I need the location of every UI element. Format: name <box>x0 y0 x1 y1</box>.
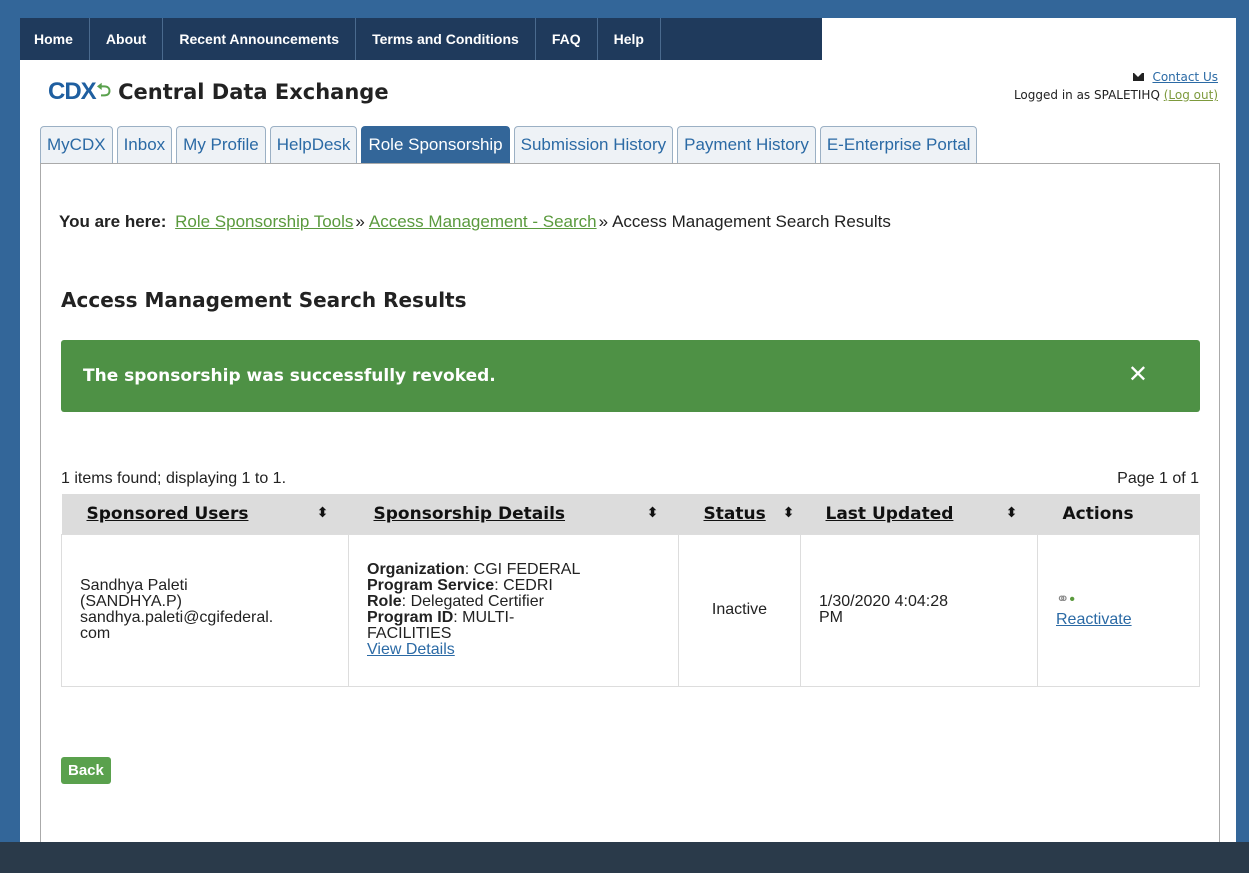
role-value: : Delegated Certifier <box>401 593 544 610</box>
page-title: Access Management Search Results <box>61 288 467 312</box>
column-header-label: Status <box>703 503 766 524</box>
breadcrumb-label: You are here: <box>59 212 167 231</box>
chain-link-icon: ⚭• <box>1056 591 1076 608</box>
column-status[interactable]: Status ⬍ <box>678 494 801 534</box>
tab-submission-history[interactable]: Submission History <box>513 126 674 163</box>
updated-time: PM <box>819 609 843 626</box>
breadcrumb: You are here: Role Sponsorship Tools» Acc… <box>59 212 891 232</box>
footer-bar <box>0 842 1249 873</box>
program-id-label: Program ID <box>367 609 454 626</box>
nav-help[interactable]: Help <box>598 18 661 60</box>
cell-last-updated: 1/30/2020 4:04:28 PM <box>800 533 1038 687</box>
program-id-value-cont: FACILITIES <box>367 625 452 642</box>
tab-e-enterprise-portal[interactable]: E-Enterprise Portal <box>819 126 978 163</box>
nav-about[interactable]: About <box>90 18 164 60</box>
table-row: Sandhya Paleti (SANDHYA.P) sandhya.palet… <box>61 533 1200 687</box>
main-tabs: MyCDX Inbox My Profile HelpDesk Role Spo… <box>40 126 978 163</box>
results-table: Sponsored Users ⬍ Sponsorship Details ⬍ … <box>61 494 1200 687</box>
close-icon[interactable]: ✕ <box>1128 360 1148 388</box>
breadcrumb-role-sponsorship-tools[interactable]: Role Sponsorship Tools <box>175 212 353 231</box>
brand: CDX ⮌ Central Data Exchange <box>48 76 389 108</box>
service-label: Program Service <box>367 577 495 594</box>
success-alert: The sponsorship was successfully revoked… <box>61 340 1200 412</box>
tab-helpdesk[interactable]: HelpDesk <box>269 126 358 163</box>
user-email: sandhya.paleti@cgifederal. <box>80 609 274 626</box>
cdx-logo[interactable]: CDX ⮌ <box>48 76 111 108</box>
cdx-arrow-icon: ⮌ <box>96 80 111 100</box>
org-label: Organization <box>367 561 465 578</box>
column-sponsored-users[interactable]: Sponsored Users ⬍ <box>61 494 349 534</box>
view-details-link[interactable]: View Details <box>367 641 455 658</box>
program-id-value: : MULTI- <box>453 609 515 626</box>
user-id: (SANDHYA.P) <box>80 593 182 610</box>
page-indicator: Page 1 of 1 <box>1117 470 1199 487</box>
nav-faq[interactable]: FAQ <box>536 18 598 60</box>
role-label: Role <box>367 593 402 610</box>
top-navigation: Home About Recent Announcements Terms an… <box>20 18 822 60</box>
sort-icon[interactable]: ⬍ <box>1006 505 1018 521</box>
content-panel: You are here: Role Sponsorship Tools» Acc… <box>40 163 1220 847</box>
nav-home[interactable]: Home <box>20 18 90 60</box>
contact-us-link[interactable]: Contact Us <box>1152 70 1218 84</box>
column-actions: Actions <box>1037 494 1200 534</box>
nav-recent-announcements[interactable]: Recent Announcements <box>163 18 357 60</box>
tab-my-profile[interactable]: My Profile <box>176 126 266 163</box>
column-last-updated[interactable]: Last Updated ⬍ <box>800 494 1038 534</box>
tab-payment-history[interactable]: Payment History <box>677 126 816 163</box>
page-wrapper: Home About Recent Announcements Terms an… <box>20 18 1236 860</box>
cell-sponsorship-details: Organization: CGI FEDERAL Program Servic… <box>348 533 679 687</box>
user-name: Sandhya Paleti <box>80 577 188 594</box>
cell-actions: ⚭• Reactivate <box>1037 533 1200 687</box>
logout-link[interactable]: (Log out) <box>1164 88 1218 102</box>
sort-icon[interactable]: ⬍ <box>783 505 795 521</box>
tab-inbox[interactable]: Inbox <box>116 126 173 163</box>
service-value: : CEDRI <box>494 577 553 594</box>
updated-date: 1/30/2020 4:04:28 <box>819 593 949 610</box>
nav-terms[interactable]: Terms and Conditions <box>356 18 536 60</box>
breadcrumb-separator: » <box>598 212 609 231</box>
column-header-label: Sponsorship Details <box>373 503 566 524</box>
user-email-cont: com <box>80 625 111 642</box>
site-title: Central Data Exchange <box>118 80 389 104</box>
sort-icon[interactable]: ⬍ <box>647 505 659 521</box>
logged-in-text: Logged in as SPALETIHQ <box>1013 88 1160 102</box>
back-button[interactable]: Back <box>61 757 111 784</box>
account-area: Contact Us Logged in as SPALETIHQ (Log o… <box>1014 68 1218 104</box>
tab-role-sponsorship[interactable]: Role Sponsorship <box>361 126 510 163</box>
column-header-label: Sponsored Users <box>86 503 249 524</box>
column-header-label: Actions <box>1062 503 1134 524</box>
cell-sponsored-user: Sandhya Paleti (SANDHYA.P) sandhya.palet… <box>61 533 349 687</box>
org-value: : CGI FEDERAL <box>464 561 581 578</box>
cdx-logo-text: CDX <box>48 78 97 105</box>
results-count: 1 items found; displaying 1 to 1. <box>61 470 287 487</box>
breadcrumb-current: Access Management Search Results <box>612 212 891 231</box>
alert-message: The sponsorship was successfully revoked… <box>83 366 496 386</box>
envelope-icon <box>1132 73 1144 81</box>
column-sponsorship-details[interactable]: Sponsorship Details ⬍ <box>348 494 679 534</box>
reactivate-link[interactable]: Reactivate <box>1056 611 1132 628</box>
sort-icon[interactable]: ⬍ <box>317 505 329 521</box>
cell-status: Inactive <box>678 533 801 687</box>
column-header-label: Last Updated <box>825 503 954 524</box>
breadcrumb-access-management-search[interactable]: Access Management - Search <box>369 212 597 231</box>
tab-mycdx[interactable]: MyCDX <box>40 126 113 163</box>
breadcrumb-separator: » <box>355 212 365 231</box>
